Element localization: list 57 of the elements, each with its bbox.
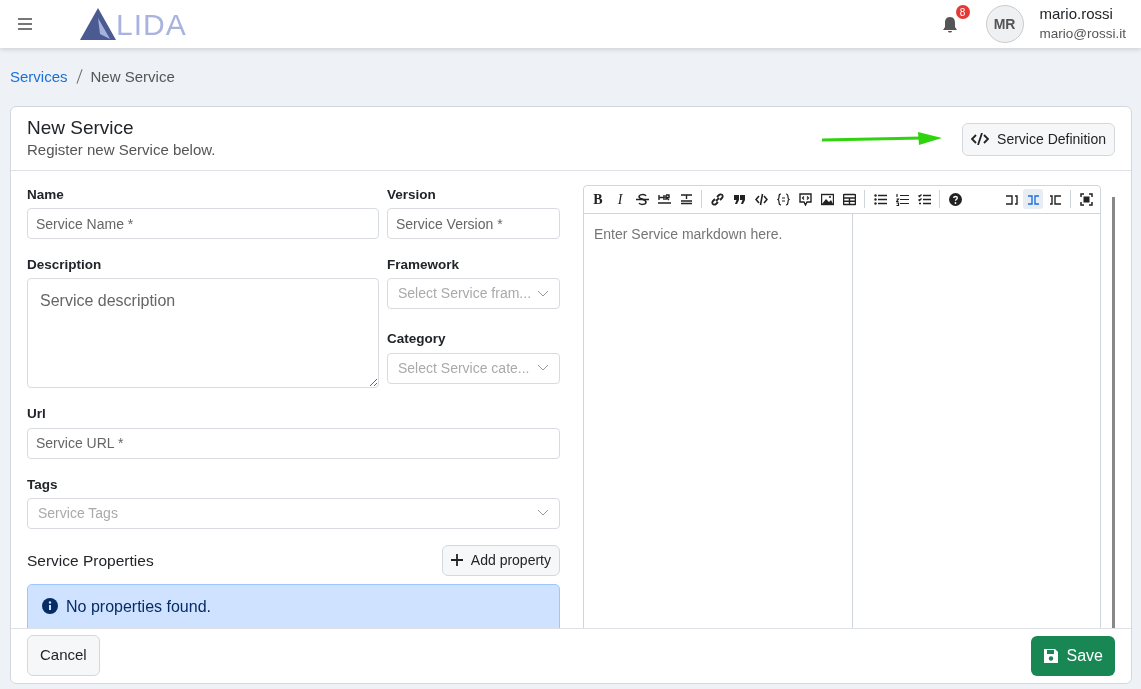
notification-count: 8 xyxy=(955,5,970,19)
horizontal-rule-icon[interactable] xyxy=(657,192,671,206)
card-subtitle: Register new Service below. xyxy=(27,140,217,161)
input-field[interactable]: Service URL * xyxy=(27,427,560,459)
chevron-down-icon xyxy=(537,364,549,373)
field-label: Name xyxy=(27,185,65,204)
preview-only-icon xyxy=(1048,192,1062,206)
input-field[interactable]: Service Version * xyxy=(387,208,560,240)
field-label: Category xyxy=(387,330,447,349)
save-button[interactable]: Save xyxy=(1030,635,1115,676)
input-field[interactable]: Service Name * xyxy=(27,208,379,240)
card-title: New Service xyxy=(27,116,135,140)
triangle-logo-icon xyxy=(80,8,116,40)
editor-only-icon xyxy=(1004,192,1018,206)
menu-icon[interactable] xyxy=(18,18,32,30)
info-icon xyxy=(42,597,58,614)
image-icon[interactable] xyxy=(820,192,834,206)
bell-icon[interactable] xyxy=(941,16,958,35)
user-avatar[interactable]: MR xyxy=(985,5,1024,43)
cancel-button[interactable]: Cancel xyxy=(27,635,100,676)
italic-button[interactable]: I xyxy=(610,189,630,210)
checklist-icon[interactable] xyxy=(917,192,931,206)
table-icon[interactable] xyxy=(842,192,856,206)
markdown-editor[interactable]: B I Enter Service markdown here. xyxy=(583,184,1101,628)
breadcrumb-current: New Service xyxy=(90,67,175,87)
split-view-icon xyxy=(1026,192,1040,206)
strikethrough-icon[interactable] xyxy=(635,192,649,206)
user-email: mario@rossi.it xyxy=(1039,26,1126,44)
numbered-list-icon[interactable] xyxy=(895,192,909,206)
heading-icon[interactable] xyxy=(679,192,693,206)
field-label: Version xyxy=(387,185,437,204)
bulleted-list-icon[interactable] xyxy=(873,192,887,206)
field-label: Tags xyxy=(27,475,59,494)
link-icon[interactable] xyxy=(710,192,724,206)
bold-button[interactable]: B xyxy=(588,189,608,210)
plus-icon xyxy=(450,554,463,567)
view-mode-toggle[interactable] xyxy=(1023,189,1043,210)
braces-icon[interactable] xyxy=(776,192,790,206)
breadcrumb-link[interactable]: Services xyxy=(10,66,68,89)
section-title: Service Properties xyxy=(27,550,155,571)
field-label: Framework xyxy=(387,256,461,275)
fullscreen-icon[interactable] xyxy=(1079,192,1093,206)
username: mario.rossi xyxy=(1039,4,1114,24)
logo-text: LIDA xyxy=(116,10,187,40)
alert-message: No properties found. xyxy=(66,596,211,617)
field-label: Description xyxy=(27,256,103,275)
code-icon xyxy=(971,133,990,146)
quote-icon[interactable] xyxy=(732,192,746,206)
comment-code-icon[interactable] xyxy=(798,192,812,206)
field-label: Url xyxy=(27,405,47,424)
service-definition-button[interactable]: Service Definition xyxy=(962,122,1115,156)
textarea-field[interactable]: Service description xyxy=(27,278,379,389)
chevron-down-icon xyxy=(537,509,549,518)
code-icon[interactable] xyxy=(754,192,768,206)
help-icon[interactable] xyxy=(948,192,962,206)
chevron-down-icon xyxy=(537,289,549,298)
add-property-button[interactable]: Add property xyxy=(441,544,560,576)
